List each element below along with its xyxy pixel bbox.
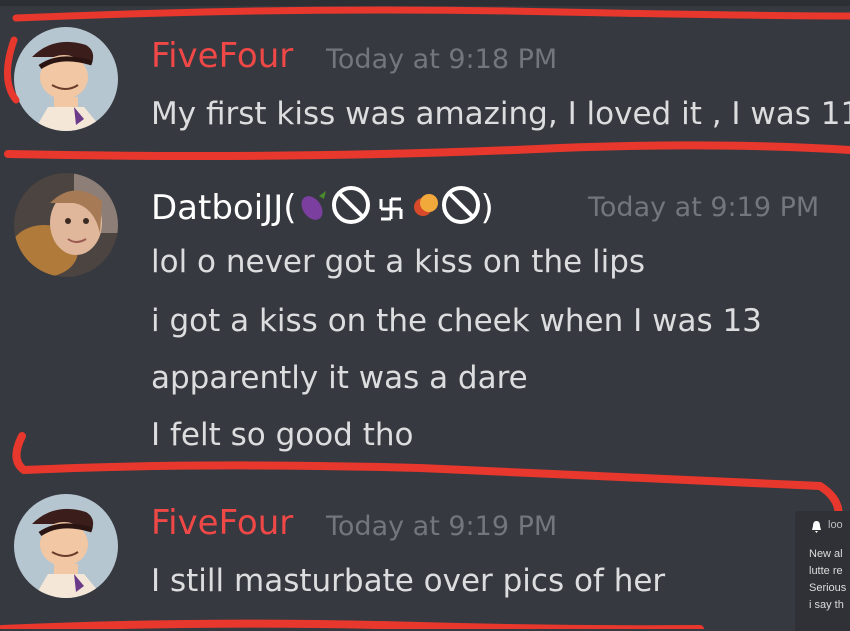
eggplant-icon [297,188,331,231]
fivefour-avatar-icon [14,494,118,598]
prohibited-icon [331,185,371,234]
timestamp: Today at 9:18 PM [326,44,558,75]
notification-line: New al [809,548,843,560]
username[interactable]: DatboiJJ() [151,185,494,234]
notification-line: Serious [809,582,847,594]
food-emoji-icon [411,189,441,230]
prohibited-icon [441,185,481,234]
symbol-icon [379,190,403,230]
message-text: My first kiss was amazing, I loved it , … [151,96,850,132]
notification-line: lutte re [809,565,843,577]
bell-icon [811,520,822,538]
message-text: I felt so good tho [151,417,414,453]
avatar[interactable] [14,494,118,598]
username-text: DatboiJJ( [151,188,297,228]
notification-toast[interactable]: loo New al lutte re Serious i say th [795,511,850,631]
notification-title: loo [828,519,843,531]
notification-line: i say th [809,599,844,611]
message-text: i got a kiss on the cheek when I was 13 [151,303,762,339]
window-top-border [0,0,850,6]
avatar[interactable] [14,27,118,131]
message-text: apparently it was a dare [151,360,528,396]
timestamp: Today at 9:19 PM [326,511,558,542]
username[interactable]: FiveFour [151,36,293,76]
username-text: ) [480,188,494,228]
avatar[interactable] [14,173,118,277]
message-text: lol o never got a kiss on the lips [151,244,646,280]
username[interactable]: FiveFour [151,503,293,543]
message-text: I still masturbate over pics of her [151,563,666,599]
timestamp: Today at 9:19 PM [588,192,820,223]
fivefour-avatar-icon [14,27,118,131]
datboijj-avatar-icon [14,173,118,277]
